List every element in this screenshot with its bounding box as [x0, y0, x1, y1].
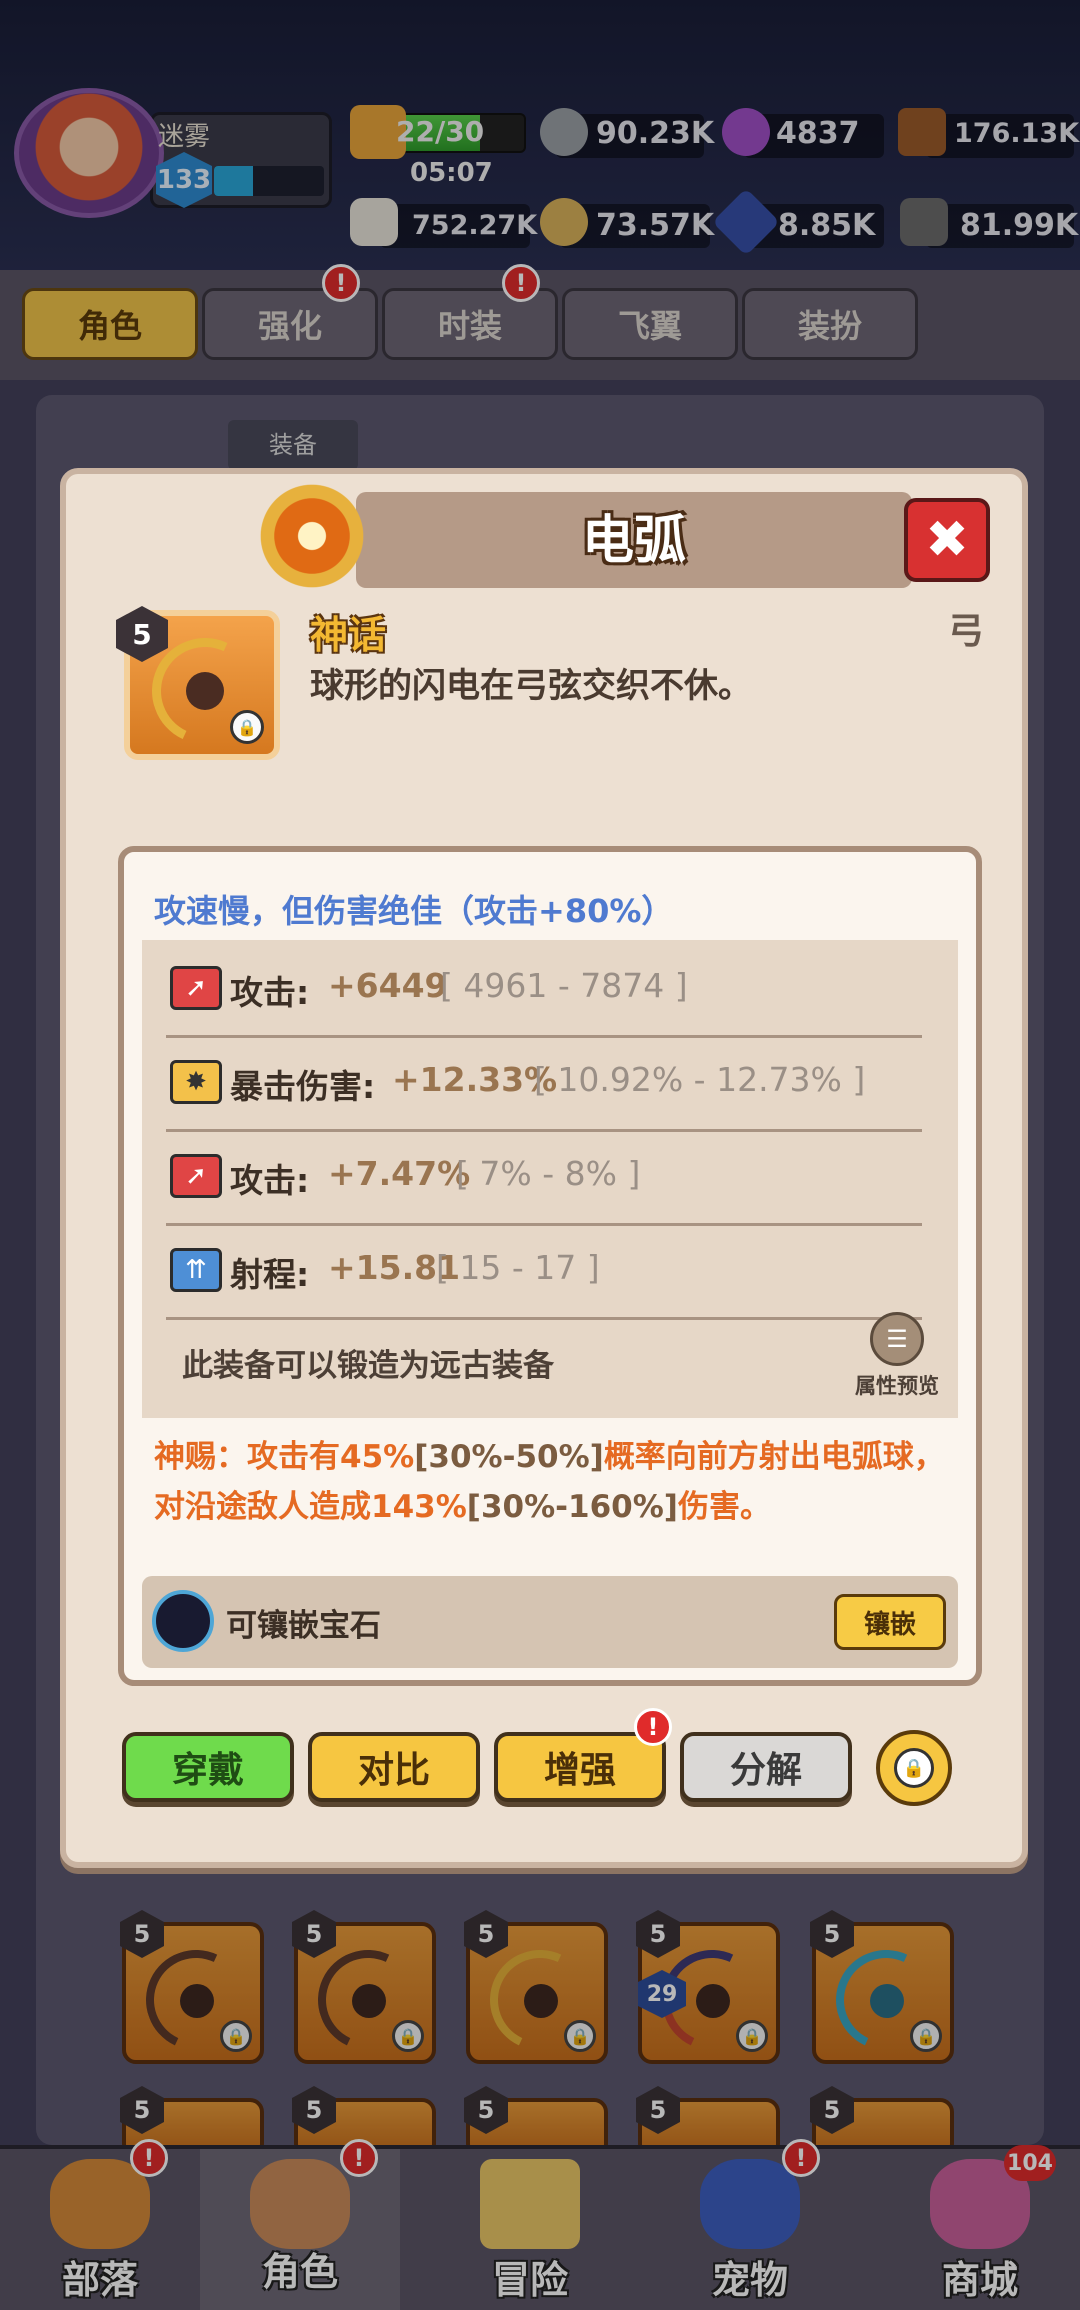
- stats-card: 攻速慢，但伤害绝佳（攻击+80%） ➚ 攻击: +6449 [ 4961 - 7…: [118, 846, 982, 1686]
- stat-label: 暴击伤害:: [230, 1067, 376, 1106]
- weapon-trait: 攻速慢，但伤害绝佳（攻击+80%）: [154, 892, 674, 930]
- orb-icon: [186, 672, 224, 710]
- stat-range: [ 10.92% - 12.73% ]: [534, 1060, 866, 1099]
- attack-icon: ➚: [170, 966, 222, 1010]
- gem-socket-label: 可镶嵌宝石: [226, 1608, 381, 1644]
- compare-button[interactable]: 对比: [308, 1732, 480, 1802]
- divine-text-1: 神赐：攻击有45%: [154, 1439, 415, 1475]
- attribute-preview-button[interactable]: ☰ 属性预览: [842, 1312, 952, 1412]
- stat-row: ✸ 暴击伤害: +12.33% [ 10.92% - 12.73% ]: [166, 1038, 922, 1132]
- scroll-icon: ☰: [870, 1312, 924, 1366]
- stat-label: 攻击:: [230, 1161, 310, 1200]
- lock-icon: 🔒: [894, 1748, 934, 1788]
- attack-icon: ➚: [170, 1154, 222, 1198]
- item-detail-modal: 电弧 ✖ 5 🔒 神话 球形的闪电在弓弦交织不休。 弓 攻速慢，但伤害绝佳（攻击…: [60, 468, 1028, 1868]
- stat-value: +12.33%: [392, 1060, 558, 1099]
- inlay-button[interactable]: 镶嵌: [834, 1594, 946, 1650]
- stat-row: ⇈ 射程: +15.81 [ 15 - 17 ]: [166, 1226, 922, 1320]
- stat-range: [ 15 - 17 ]: [436, 1248, 600, 1287]
- weapon-type: 弓: [948, 611, 985, 652]
- enhance-alert-icon: !: [634, 1708, 672, 1746]
- rank-emblem-icon: [252, 476, 372, 596]
- wear-button[interactable]: 穿戴: [122, 1732, 294, 1802]
- stat-label: 射程:: [230, 1255, 310, 1294]
- stat-row: ➚ 攻击: +6449 [ 4961 - 7874 ]: [166, 944, 922, 1038]
- close-button[interactable]: ✖: [904, 498, 990, 582]
- crit-damage-icon: ✸: [170, 1060, 222, 1104]
- attribute-preview-label: 属性预览: [855, 1374, 939, 1398]
- divine-text-3: 伤害。: [677, 1489, 771, 1525]
- item-level-badge: 5: [116, 606, 168, 662]
- stat-row: ➚ 攻击: +7.47% [ 7% - 8% ]: [166, 1132, 922, 1226]
- stat-range: [ 4961 - 7874 ]: [440, 966, 688, 1005]
- stat-value: +6449: [328, 966, 448, 1005]
- lock-icon: 🔒: [230, 710, 264, 744]
- stat-list: ➚ 攻击: +6449 [ 4961 - 7874 ] ✸ 暴击伤害: +12.…: [142, 940, 958, 1418]
- stat-label: 攻击:: [230, 973, 310, 1012]
- gem-socket-row: 可镶嵌宝石 镶嵌: [142, 1576, 958, 1668]
- gem-socket-icon[interactable]: [152, 1590, 214, 1652]
- lock-toggle-button[interactable]: 🔒: [876, 1730, 952, 1806]
- item-icon: 5 🔒: [116, 606, 280, 760]
- stat-value: +7.47%: [328, 1154, 471, 1193]
- forge-note: 此装备可以锻造为远古装备: [182, 1348, 554, 1384]
- range-icon: ⇈: [170, 1248, 222, 1292]
- dismantle-button[interactable]: 分解: [680, 1732, 852, 1802]
- item-title: 电弧: [581, 511, 686, 571]
- stat-range: [ 7% - 8% ]: [456, 1154, 641, 1193]
- divine-range-2: [30%-160%]: [466, 1489, 678, 1525]
- divine-range-1: [30%-50%]: [414, 1439, 604, 1475]
- item-rarity: 神话: [310, 613, 387, 657]
- enhance-button[interactable]: 增强: [494, 1732, 666, 1802]
- close-icon: ✖: [925, 510, 969, 570]
- divine-gift-text: 神赐：攻击有45%[30%-50%]概率向前方射出电弧球，对沿途敌人造成143%…: [154, 1432, 964, 1532]
- item-description: 球形的闪电在弓弦交织不休。: [310, 666, 752, 706]
